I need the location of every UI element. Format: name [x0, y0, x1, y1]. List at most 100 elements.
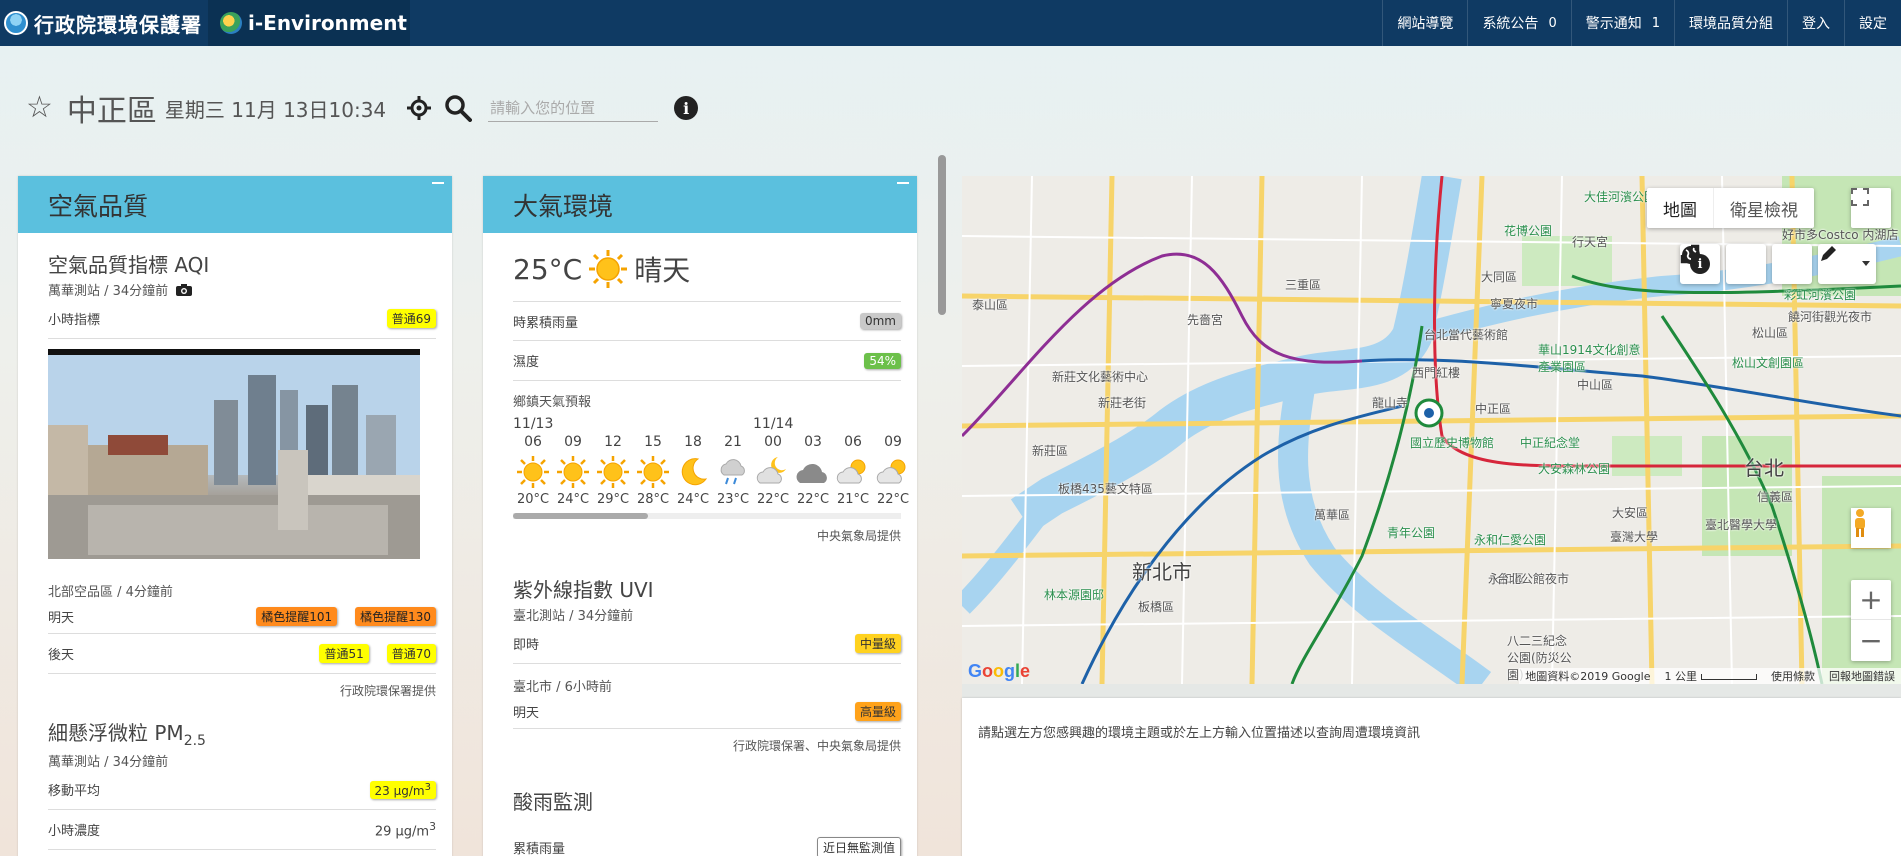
panel-title: 空氣品質 [48, 191, 149, 221]
scrollbar-thumb[interactable] [513, 513, 648, 519]
forecast-cell: 12 29°C [593, 434, 633, 507]
station-camera-photo[interactable] [48, 349, 420, 559]
map-label: 國立歷史博物館 [1410, 436, 1495, 450]
air-provider: 行政院環保署提供 [339, 684, 436, 698]
nav-label: 警示通知 [1585, 16, 1642, 32]
report-error-link[interactable]: 回報地圖錯誤 [1829, 668, 1895, 684]
sun-icon [553, 452, 593, 492]
map-label: 大佳河濱公園 [1584, 190, 1657, 204]
map-type-map[interactable]: 地圖 [1647, 188, 1713, 228]
uvi-station: 臺北測站 / 34分鐘前 [513, 609, 634, 624]
humidity-badge[interactable]: 54% [864, 352, 901, 369]
uvi-title[interactable]: 紫外線指數 UVI [513, 552, 901, 603]
map-scale: 1 公里 [1664, 668, 1757, 684]
uvi-now-badge[interactable]: 中量級 [854, 634, 901, 653]
app-brand[interactable]: i-Environment [208, 0, 410, 46]
forecast-badge[interactable]: 橘色提醒130 [355, 607, 436, 626]
map-label: 林本源園邸 [1044, 588, 1105, 602]
minimize-icon[interactable] [432, 182, 444, 184]
cloud-sun-icon [833, 452, 873, 492]
map-globe-button[interactable] [1682, 244, 1812, 284]
map-expand-button[interactable] [1680, 244, 1766, 284]
scale-bar [1701, 674, 1757, 680]
forecast-day-after-row: 後天 普通51 普通70 [48, 634, 436, 674]
forecast-temp: 23°C [716, 492, 750, 507]
map-scale-label: 1 公里 [1664, 670, 1698, 683]
map-draw-button[interactable] [1818, 244, 1876, 284]
epa-brand[interactable]: 行政院環境保護署 [4, 0, 202, 46]
nav-quality-groups[interactable]: 環境品質分組 [1674, 0, 1787, 46]
forecast-date: 11/13 [513, 416, 554, 432]
search-icon[interactable] [444, 94, 473, 122]
value-text: 23 μg/m [374, 783, 425, 798]
globe-icon [1682, 246, 1700, 264]
city-skyline-image [48, 355, 420, 559]
forecast-badge[interactable]: 橘色提醒101 [256, 607, 338, 626]
forecast-hour: 03 [804, 434, 822, 450]
star-icon[interactable]: ☆ [26, 93, 53, 123]
humidity-row: 濕度 54% [513, 341, 901, 381]
uvi-tomorrow-badge[interactable]: 高量級 [854, 702, 901, 721]
pm25-moving-avg-badge[interactable]: 23 μg/m3 [369, 780, 436, 799]
street-view-button[interactable] [1851, 508, 1891, 548]
forecast-badge[interactable]: 普通70 [386, 644, 436, 663]
acid-rain-badge[interactable]: 近日無監測值 [816, 836, 901, 856]
rain-badge[interactable]: 0mm [859, 313, 901, 329]
nav-login[interactable]: 登入 [1787, 0, 1844, 46]
map-type-satellite[interactable]: 衛星檢視 [1713, 188, 1814, 228]
map-view[interactable]: 大同區 中山區 三重區 萬華區 中正區 新北市 台北 永和區 大安區 板橋區 新… [962, 176, 1901, 684]
map-label: 好市多Costco 内湖店 [1782, 228, 1899, 242]
unit-superscript: 3 [424, 781, 431, 793]
nav-label: 登入 [1802, 16, 1830, 32]
i-environment-logo-icon [220, 12, 242, 34]
info-icon[interactable]: i [674, 96, 699, 120]
map-label: 新莊文化藝術中心 [1052, 370, 1149, 384]
nav-announcements[interactable]: 系統公告 0 [1467, 0, 1570, 46]
forecast-hour: 00 [764, 434, 782, 450]
map-label: 新莊老街 [1098, 396, 1147, 410]
location-search-input[interactable] [488, 94, 659, 122]
forecast-cell: 15 28°C [633, 434, 673, 507]
page-scrollbar[interactable] [938, 155, 946, 315]
air-quality-panel: 空氣品質 空氣品質指標 AQI 萬華測站 / 34分鐘前 小時指標 普通69 北… [18, 176, 452, 856]
crosshair-icon[interactable] [406, 95, 432, 121]
minimize-icon[interactable] [897, 182, 909, 184]
cloud-sun-icon [873, 452, 913, 492]
cloud-moon-icon [753, 452, 793, 492]
forecast-cell: 09 24°C [553, 434, 593, 507]
map-divider[interactable] [962, 684, 1901, 698]
map-label: 中正區 [1475, 402, 1512, 416]
nav-alerts[interactable]: 警示通知 1 [1570, 0, 1674, 46]
nav-settings[interactable]: 設定 [1844, 0, 1901, 46]
row-label: 累積雨量 [513, 841, 566, 856]
camera-icon[interactable] [176, 283, 193, 296]
forecast-dates: 11/13 11/14 [513, 416, 901, 434]
forecast-hour: 18 [684, 434, 702, 450]
uvi-tomorrow-row: 明天 高量級 [513, 695, 901, 729]
google-logo[interactable]: Google [968, 661, 1030, 682]
moon-icon [673, 452, 713, 492]
zoom-in-button[interactable]: + [1851, 580, 1891, 620]
fullscreen-button[interactable] [1851, 188, 1891, 228]
top-navbar: 行政院環境保護署 i-Environment 網站導覽 系統公告 0 警示通知 1 … [0, 0, 1901, 46]
forecast-scrollbar[interactable] [513, 513, 901, 519]
aqi-station: 萬華測站 / 34分鐘前 [48, 280, 436, 299]
acid-rain-title[interactable]: 酸雨監測 [513, 762, 901, 815]
terms-link[interactable]: 使用條款 [1771, 668, 1815, 684]
zoom-out-button[interactable]: − [1851, 620, 1891, 660]
aqi-title[interactable]: 空氣品質指標 AQI [48, 233, 436, 278]
forecast-temp: 20°C [516, 492, 550, 507]
forecast-badge[interactable]: 普通51 [319, 644, 369, 663]
aqi-hourly-badge[interactable]: 普通69 [386, 309, 436, 328]
pm25-title[interactable]: 細懸浮微粒 PM2.5 [48, 707, 436, 749]
nav-sitemap[interactable]: 網站導覽 [1382, 0, 1467, 46]
uvi-city: 臺北市 / 6小時前 [513, 680, 612, 695]
value-text: 29 μg/m [374, 824, 430, 840]
acid-rain-row: 累積雨量 近日無監測值 [513, 827, 901, 856]
map-label: 花博公園 [1504, 224, 1553, 238]
map-label: 台北公館夜市 [1497, 572, 1570, 586]
sun-icon [633, 452, 673, 492]
forecast-date: 11/14 [753, 416, 794, 432]
current-weather[interactable]: 25°C 晴天 [513, 233, 901, 301]
forecast-strip[interactable]: 06 20°C 09 24°C 12 29°C 15 28°C 18 24°C 21 23°C 00 22… [513, 434, 913, 507]
